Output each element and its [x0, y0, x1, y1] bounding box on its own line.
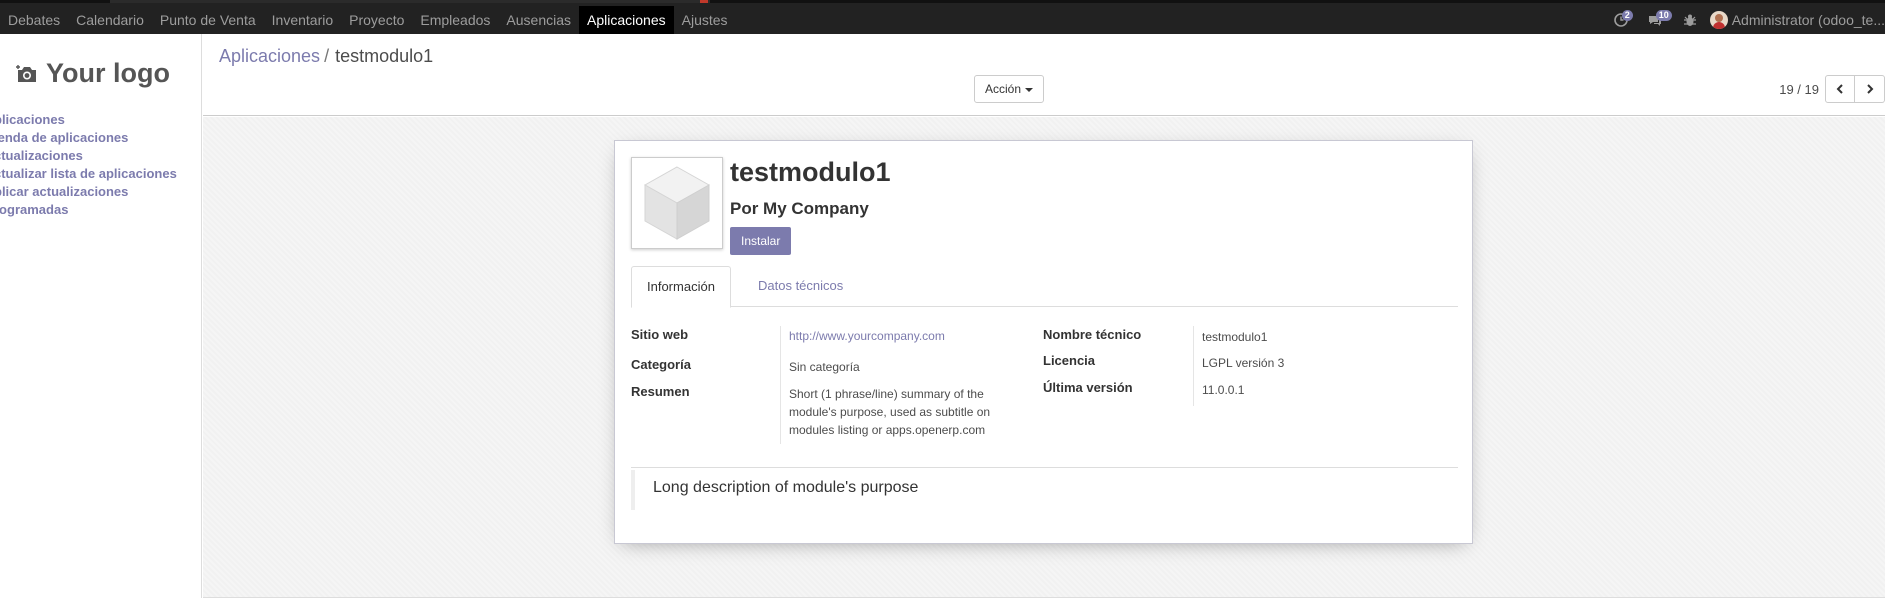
tab-informacion[interactable]: Información	[631, 266, 731, 308]
action-dropdown-button[interactable]: Acción	[974, 75, 1045, 103]
sidebar-item-tienda-de-aplicaciones[interactable]: ienda de aplicaciones	[0, 129, 177, 147]
messaging-count-badge: 10	[1655, 10, 1672, 21]
bug-icon	[1683, 14, 1696, 26]
breadcrumb-parent[interactable]: Aplicaciones	[219, 46, 320, 66]
sidebar-item-actualizaciones[interactable]: ctualizaciones	[0, 147, 177, 165]
cube-icon	[643, 166, 711, 240]
messaging-menu-button[interactable]: 10	[1648, 6, 1672, 34]
label-licencia: Licencia	[1043, 353, 1096, 368]
pager: 19 / 19	[1779, 75, 1885, 103]
left-group-divider	[780, 326, 781, 444]
value-licencia: LGPL versión 3	[1202, 356, 1285, 370]
value-ultima-version: 11.0.0.1	[1202, 383, 1245, 397]
pager-next-button[interactable]	[1855, 75, 1885, 103]
label-categoria: Categoría	[631, 357, 691, 372]
main-menu: Debates Calendario Punto de Venta Invent…	[0, 6, 736, 34]
action-label: Acción	[985, 82, 1022, 96]
user-avatar	[1709, 11, 1728, 29]
sidebar-item-programadas[interactable]: rogramadas	[0, 201, 177, 219]
breadcrumb-current: testmodulo1	[335, 46, 434, 66]
module-icon	[631, 157, 723, 249]
company-logo[interactable]: Your logo	[16, 58, 170, 89]
form-sheet: testmodulo1 Por My Company Instalar Info…	[614, 140, 1473, 544]
sidebar-menu: plicaciones ienda de aplicaciones ctuali…	[0, 111, 177, 219]
navbar-top-stripe	[110, 0, 710, 3]
activity-menu-button[interactable]: 2	[1613, 6, 1633, 34]
user-name: Administrator (odoo_te...	[1731, 12, 1885, 28]
value-nombre-tecnico: testmodulo1	[1202, 330, 1268, 344]
app-sidebar: Your logo plicaciones ienda de aplicacio…	[0, 34, 202, 598]
sidebar-item-aplicaciones[interactable]: plicaciones	[0, 111, 177, 129]
module-author: Por My Company	[730, 199, 869, 218]
camera-icon	[16, 64, 36, 82]
logo-text: Your logo	[46, 58, 170, 88]
label-sitio-web: Sitio web	[631, 327, 689, 342]
systray: 2 10 Administrator (odoo_te...	[1606, 6, 1885, 34]
description-separator	[631, 467, 1458, 468]
menu-empleados[interactable]: Empleados	[412, 6, 498, 34]
description-quote-bar	[631, 470, 635, 510]
navbar-top-stripe-red	[700, 0, 708, 3]
menu-ausencias[interactable]: Ausencias	[498, 6, 579, 34]
label-ultima-version: Última versión	[1043, 380, 1133, 395]
debug-menu-button[interactable]	[1683, 6, 1696, 34]
menu-debates[interactable]: Debates	[0, 6, 68, 34]
menu-ajustes[interactable]: Ajustes	[674, 6, 736, 34]
label-resumen: Resumen	[631, 384, 690, 399]
right-group-divider	[1193, 326, 1194, 406]
notebook-tabs: Información Datos técnicos	[631, 266, 1458, 308]
sidebar-item-aplicar-actualizaciones[interactable]: plicar actualizaciones	[0, 183, 177, 201]
pager-previous-button[interactable]	[1825, 75, 1855, 103]
top-navbar: Debates Calendario Punto de Venta Invent…	[0, 0, 1885, 34]
menu-aplicaciones[interactable]: Aplicaciones	[579, 6, 674, 34]
caret-down-icon	[1025, 87, 1034, 92]
breadcrumb-separator: /	[324, 46, 330, 66]
value-sitio-web[interactable]: http://www.yourcompany.com	[789, 327, 945, 345]
control-panel: Aplicaciones / testmodulo1 Acción 19 / 19	[203, 34, 1885, 116]
user-menu[interactable]: Administrator (odoo_te...	[1709, 11, 1885, 29]
value-categoria: Sin categoría	[789, 360, 860, 374]
menu-inventario[interactable]: Inventario	[264, 6, 341, 34]
menu-calendario[interactable]: Calendario	[68, 6, 152, 34]
menu-proyecto[interactable]: Proyecto	[341, 6, 412, 34]
value-resumen: Short (1 phrase/line) summary of the mod…	[789, 387, 991, 437]
pager-value[interactable]: 19 / 19	[1779, 82, 1819, 97]
module-description: Long description of module's purpose	[653, 479, 919, 496]
tab-datos-tecnicos[interactable]: Datos técnicos	[743, 266, 858, 307]
menu-punto-de-venta[interactable]: Punto de Venta	[152, 6, 264, 34]
breadcrumb: Aplicaciones / testmodulo1	[219, 46, 433, 67]
label-nombre-tecnico: Nombre técnico	[1043, 327, 1142, 342]
install-button[interactable]: Instalar	[730, 227, 792, 255]
chevron-left-icon	[1836, 84, 1843, 94]
sidebar-item-actualizar-lista[interactable]: ctualizar lista de aplicaciones	[0, 165, 177, 183]
module-title: testmodulo1	[730, 157, 891, 187]
chevron-right-icon	[1866, 84, 1873, 94]
activity-count-badge: 2	[1621, 10, 1633, 21]
